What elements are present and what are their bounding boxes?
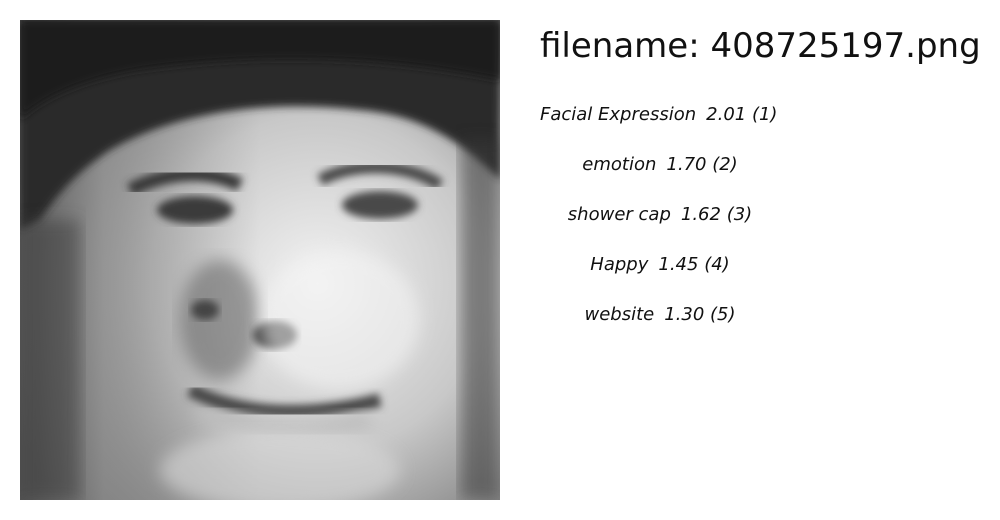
label-rank: (5) [710, 304, 736, 325]
label-item: Happy 1.45 (4) [540, 250, 780, 300]
label-score: 1.62 [680, 204, 721, 225]
filename-title: filename: 408725197.png [540, 26, 981, 66]
face-photo [20, 20, 500, 500]
label-rank: (2) [712, 154, 738, 175]
label-item: shower cap 1.62 (3) [540, 200, 780, 250]
label-list: Facial Expression 2.01 (1) emotion 1.70 (2… [540, 100, 780, 350]
label-item: Facial Expression 2.01 (1) [540, 100, 780, 150]
label-score: 1.70 [666, 154, 707, 175]
label-rank: (1) [751, 104, 778, 125]
label-score: 1.45 [658, 254, 699, 275]
label-score: 2.01 [706, 104, 747, 125]
label-rank: (4) [704, 254, 730, 275]
label-rank: (3) [726, 204, 753, 225]
label-item: emotion 1.70 (2) [540, 150, 780, 200]
label-name: shower cap [567, 204, 671, 225]
label-name: Facial Expression [540, 104, 697, 125]
label-name: website [584, 304, 655, 325]
label-score: 1.30 [664, 304, 705, 325]
label-item: website 1.30 (5) [540, 300, 780, 350]
face-photo-graphic [20, 20, 500, 500]
label-name: emotion [582, 154, 657, 175]
label-name: Happy [590, 254, 649, 275]
